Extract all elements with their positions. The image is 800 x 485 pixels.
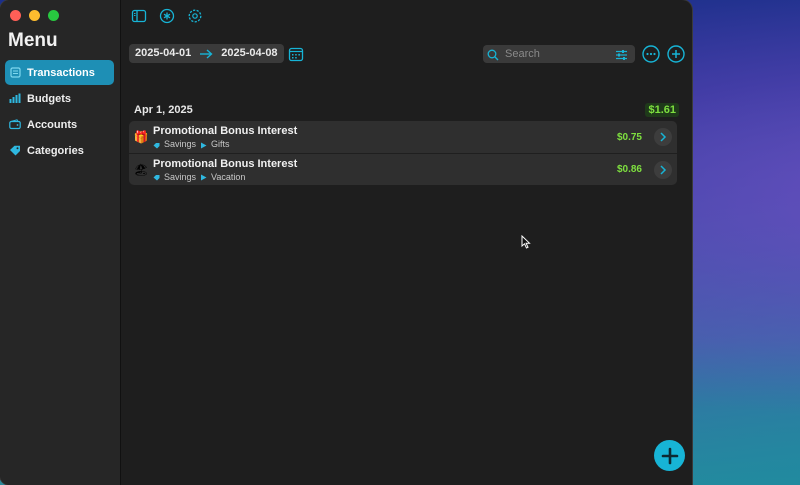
search-icon [487,48,499,61]
zoom-window-button[interactable] [48,10,59,21]
transaction-row[interactable]: 🏖 Promotional Bonus Interest Savings Vac… [129,153,677,185]
transaction-account: Savings [164,171,197,182]
sidebar-item-label: Transactions [27,66,95,79]
day-total-badge: $1.61 [645,103,679,117]
sidebar: Menu Transactions Budgets Accounts Categ… [0,0,121,485]
main-content: 2025-04-01 2025-04-08 Apr 1, 2025 $ [122,0,692,485]
sidebar-item-label: Accounts [27,118,78,131]
end-date-field[interactable]: 2025-04-08 [215,44,284,63]
sidebar-item-transactions[interactable]: Transactions [5,60,114,85]
chevron-right-icon[interactable] [654,160,672,179]
close-window-button[interactable] [10,10,21,21]
transactions-icon [9,67,21,79]
transaction-title: Promotional Bonus Interest [153,157,298,170]
add-transaction-button[interactable] [654,440,685,471]
sidebar-item-accounts[interactable]: Accounts [5,112,114,137]
top-toolbar [131,8,203,24]
sidebar-title: Menu [8,30,58,51]
app-window: Menu Transactions Budgets Accounts Categ… [0,0,692,485]
chevron-right-icon[interactable] [654,128,672,146]
day-header: Apr 1, 2025 [134,104,193,116]
sidebar-item-label: Categories [27,144,84,157]
sidebar-item-label: Budgets [27,92,71,105]
date-range-picker: 2025-04-01 2025-04-08 [129,44,304,63]
search-bar [483,45,635,63]
tag-icon [9,145,21,157]
transaction-category: Gifts [211,139,230,149]
play-arrow-icon [200,173,207,181]
gear-icon[interactable] [187,8,203,24]
search-input[interactable] [505,48,613,60]
transaction-list: 🎁 Promotional Bonus Interest Savings Gif… [129,121,677,185]
account-tag-icon [153,141,160,148]
sidebar-nav: Transactions Budgets Accounts Categories [5,60,114,164]
more-options-icon[interactable] [642,45,660,63]
add-circle-icon[interactable] [667,45,685,63]
account-tag-icon [153,173,160,181]
mouse-cursor-icon [521,234,531,249]
wallet-icon [9,119,21,131]
calendar-icon[interactable] [288,46,304,62]
transaction-amount: $0.75 [616,131,642,143]
transaction-amount: $0.86 [616,164,642,175]
transaction-category: Vacation [211,171,246,182]
sidebar-item-budgets[interactable]: Budgets [5,86,114,111]
gift-icon: 🎁 [133,130,149,144]
start-date-field[interactable]: 2025-04-01 [129,44,198,63]
minimize-window-button[interactable] [29,10,40,21]
transaction-tags: Savings Gifts [153,139,617,149]
plus-icon [661,447,678,464]
transaction-row[interactable]: 🎁 Promotional Bonus Interest Savings Gif… [129,121,677,153]
asterisk-circle-icon[interactable] [159,8,175,24]
transaction-details: Promotional Bonus Interest Savings Gifts [153,125,617,149]
sidebar-item-categories[interactable]: Categories [5,138,114,163]
arrow-right-icon [197,44,216,63]
transaction-title: Promotional Bonus Interest [153,125,298,137]
transaction-account: Savings [164,139,197,149]
bar-chart-icon [9,93,21,105]
sidebar-toggle-icon[interactable] [131,8,147,24]
window-controls [10,10,59,21]
filter-sliders-icon[interactable] [615,48,628,60]
play-arrow-icon [200,141,207,148]
transaction-details: Promotional Bonus Interest Savings Vacat… [153,158,617,182]
beach-icon: 🏖 [133,162,149,177]
transaction-tags: Savings Vacation [153,172,617,182]
